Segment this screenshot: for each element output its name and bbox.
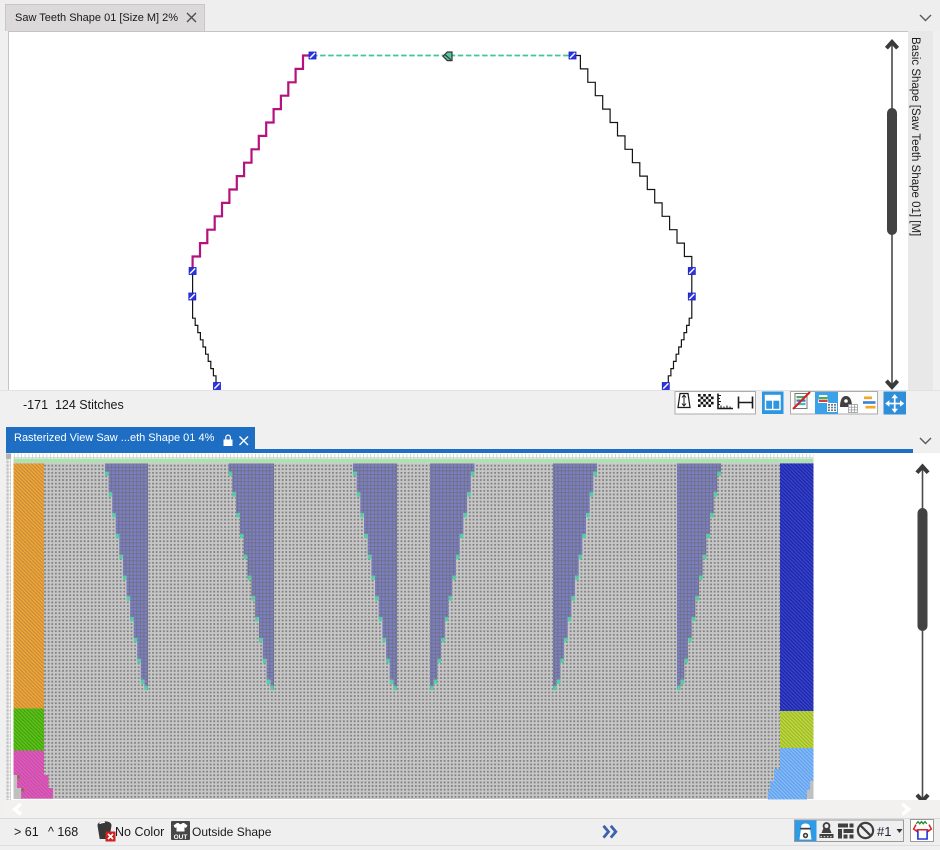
svg-text:OUT: OUT [174, 834, 188, 841]
